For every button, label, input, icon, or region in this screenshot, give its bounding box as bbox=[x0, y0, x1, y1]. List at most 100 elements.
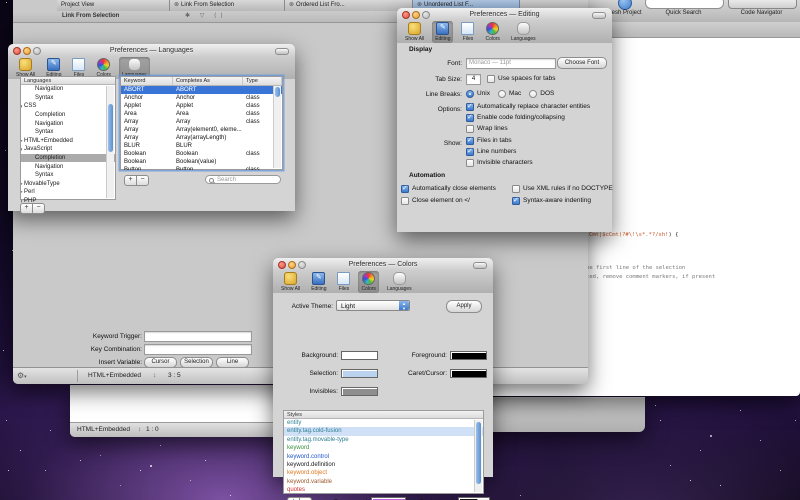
style-row[interactable]: keyword.object bbox=[284, 469, 483, 477]
table-row[interactable]: ArrayArray(element0, eleme... bbox=[121, 126, 282, 134]
language-list-item[interactable]: ▶MovableType bbox=[21, 180, 115, 189]
checkbox-row[interactable]: Syntax-aware indenting bbox=[512, 195, 613, 206]
style-row[interactable]: quotes bbox=[284, 486, 483, 494]
table-row[interactable]: AreaAreaclass bbox=[121, 110, 282, 118]
toolbar-item-files[interactable]: Files bbox=[458, 21, 477, 43]
use-spaces-checkbox-row[interactable]: Use spaces for tabs bbox=[487, 73, 555, 84]
document-tab[interactable]: Project View bbox=[57, 0, 170, 11]
checkbox[interactable] bbox=[466, 114, 474, 122]
language-list-item[interactable]: Syntax bbox=[21, 94, 115, 103]
language-list-item[interactable]: ▶HTML+Embedded bbox=[21, 137, 115, 146]
language-list-item[interactable]: ▼CSS bbox=[21, 102, 115, 111]
checkbox[interactable] bbox=[487, 75, 495, 83]
toolbar-item-show-all[interactable]: Show All bbox=[402, 21, 427, 43]
checkbox-row[interactable]: Wrap lines bbox=[466, 123, 590, 134]
table-row[interactable]: ArrayArrayclass bbox=[121, 118, 282, 126]
table-row[interactable]: AppletAppletclass bbox=[121, 102, 282, 110]
checkbox-row[interactable]: Automatically close elements bbox=[401, 183, 512, 194]
column-header[interactable]: Completes As bbox=[173, 77, 243, 85]
choose-font-button[interactable]: Choose Font bbox=[557, 57, 607, 69]
table-row[interactable]: BooleanBooleanclass bbox=[121, 150, 282, 158]
style-row[interactable]: keyword.definition bbox=[284, 461, 483, 469]
checkbox[interactable] bbox=[401, 197, 409, 205]
table-row[interactable]: BLURBLUR bbox=[121, 142, 282, 150]
checkbox[interactable] bbox=[401, 185, 409, 193]
radio-button[interactable] bbox=[529, 90, 537, 98]
scrollbar-thumb[interactable] bbox=[476, 422, 481, 484]
language-list-item[interactable]: Navigation bbox=[21, 85, 115, 94]
remove-keyword-button[interactable]: − bbox=[136, 175, 149, 186]
key-combination-input[interactable] bbox=[144, 344, 252, 355]
checkbox[interactable] bbox=[512, 185, 520, 193]
checkbox-row[interactable]: Line numbers bbox=[466, 146, 533, 157]
scrollbar-thumb[interactable] bbox=[108, 104, 113, 152]
radio-button[interactable] bbox=[466, 90, 474, 98]
document-tab[interactable]: ⊗Ordered List Fro... bbox=[285, 0, 413, 11]
language-list-item[interactable]: Navigation bbox=[21, 119, 115, 128]
language-selector[interactable]: HTML+Embedded bbox=[77, 423, 130, 437]
table-row[interactable]: ArrayArray(arrayLength) bbox=[121, 134, 282, 142]
checkbox[interactable] bbox=[466, 125, 474, 133]
gear-icon[interactable]: ⚙▾ bbox=[17, 368, 27, 385]
style-row[interactable]: keyword bbox=[284, 444, 483, 452]
radio-row[interactable]: DOS bbox=[529, 88, 554, 99]
style-row[interactable]: keyword.control bbox=[284, 453, 483, 461]
checkbox-row[interactable]: Automat­ically replace character entitie… bbox=[466, 101, 590, 112]
code-navigator-button[interactable] bbox=[728, 0, 797, 9]
search-field[interactable]: Search bbox=[205, 175, 281, 184]
checkbox-row[interactable]: Use XML rules if no DOCTYPE bbox=[512, 183, 613, 194]
toolbar-item-languages[interactable]: Languages bbox=[384, 271, 415, 293]
table-row[interactable]: BooleanBoolean(value) bbox=[121, 158, 282, 166]
table-scrollbar[interactable] bbox=[273, 86, 281, 168]
language-list-item[interactable]: Navigation bbox=[21, 162, 115, 171]
style-row[interactable]: entity.tag.movable-type bbox=[284, 436, 483, 444]
apply-button[interactable]: Apply bbox=[446, 300, 482, 313]
language-list-item[interactable]: Syntax bbox=[21, 171, 115, 180]
styles-scrollbar[interactable] bbox=[474, 420, 482, 492]
radio-row[interactable]: Mac bbox=[498, 88, 521, 99]
checkbox[interactable] bbox=[466, 148, 474, 156]
checkbox[interactable] bbox=[466, 137, 474, 145]
document-tab[interactable]: ⊗Link From Selection bbox=[170, 0, 285, 11]
keyword-trigger-input[interactable] bbox=[144, 331, 252, 342]
checkbox[interactable] bbox=[466, 103, 474, 111]
language-list-item[interactable]: ▼JavaScript bbox=[21, 145, 115, 154]
toolbar-item-colors[interactable]: Colors bbox=[358, 271, 378, 293]
radio-button[interactable] bbox=[498, 90, 506, 98]
language-stepper-icon[interactable]: ↕ bbox=[153, 368, 156, 384]
style-row[interactable]: keyword.variable bbox=[284, 478, 483, 486]
language-list-item[interactable]: ▶Perl bbox=[21, 188, 115, 197]
column-header[interactable]: Keyword bbox=[121, 77, 173, 85]
refresh-project-icon[interactable] bbox=[618, 0, 632, 10]
checkbox-row[interactable]: Enable code folding/collapsing bbox=[466, 112, 590, 123]
table-row[interactable]: ButtonButtonclass bbox=[121, 166, 282, 170]
table-row[interactable]: AnchorAnchorclass bbox=[121, 94, 282, 102]
toolbar-item-editing[interactable]: ✎Editing bbox=[432, 21, 453, 43]
toolbar-item-show-all[interactable]: Show All bbox=[278, 271, 303, 293]
close-tab-icon[interactable]: ⊗ bbox=[174, 0, 179, 11]
toolbar-toggle-button[interactable] bbox=[275, 48, 289, 55]
remove-language-button[interactable]: − bbox=[32, 203, 45, 214]
toolbar-item-files[interactable]: Files bbox=[334, 271, 353, 293]
color-well[interactable] bbox=[341, 369, 378, 378]
color-well[interactable] bbox=[341, 351, 378, 360]
checkbox[interactable] bbox=[466, 159, 474, 167]
color-well[interactable] bbox=[450, 351, 487, 360]
tab-size-field[interactable]: 4 bbox=[466, 74, 481, 85]
style-row[interactable]: entity.tag.cold-fusion bbox=[284, 427, 483, 435]
toolbar-item-colors[interactable]: Colors bbox=[482, 21, 502, 43]
language-list-item[interactable]: Completion bbox=[21, 154, 115, 163]
language-list-item[interactable]: Syntax bbox=[21, 128, 115, 137]
toolbar-item-editing[interactable]: ✎Editing bbox=[308, 271, 329, 293]
toolbar-toggle-button[interactable] bbox=[592, 12, 606, 19]
quick-search-input[interactable] bbox=[645, 0, 724, 9]
snippet-toolbar-icons[interactable]: ✱ ▽ ⟨⟩ bbox=[185, 11, 227, 22]
radio-row[interactable]: Unix bbox=[466, 88, 490, 99]
checkbox[interactable] bbox=[512, 197, 520, 205]
language-list-item[interactable]: Completion bbox=[21, 111, 115, 120]
style-row[interactable]: entity bbox=[284, 419, 483, 427]
checkbox-row[interactable]: Files in tabs bbox=[466, 135, 533, 146]
language-stepper-icon[interactable]: ↕ bbox=[138, 423, 141, 437]
toolbar-item-languages[interactable]: Languages bbox=[508, 21, 539, 43]
theme-dropdown[interactable]: Light ▲▼ bbox=[336, 300, 410, 311]
